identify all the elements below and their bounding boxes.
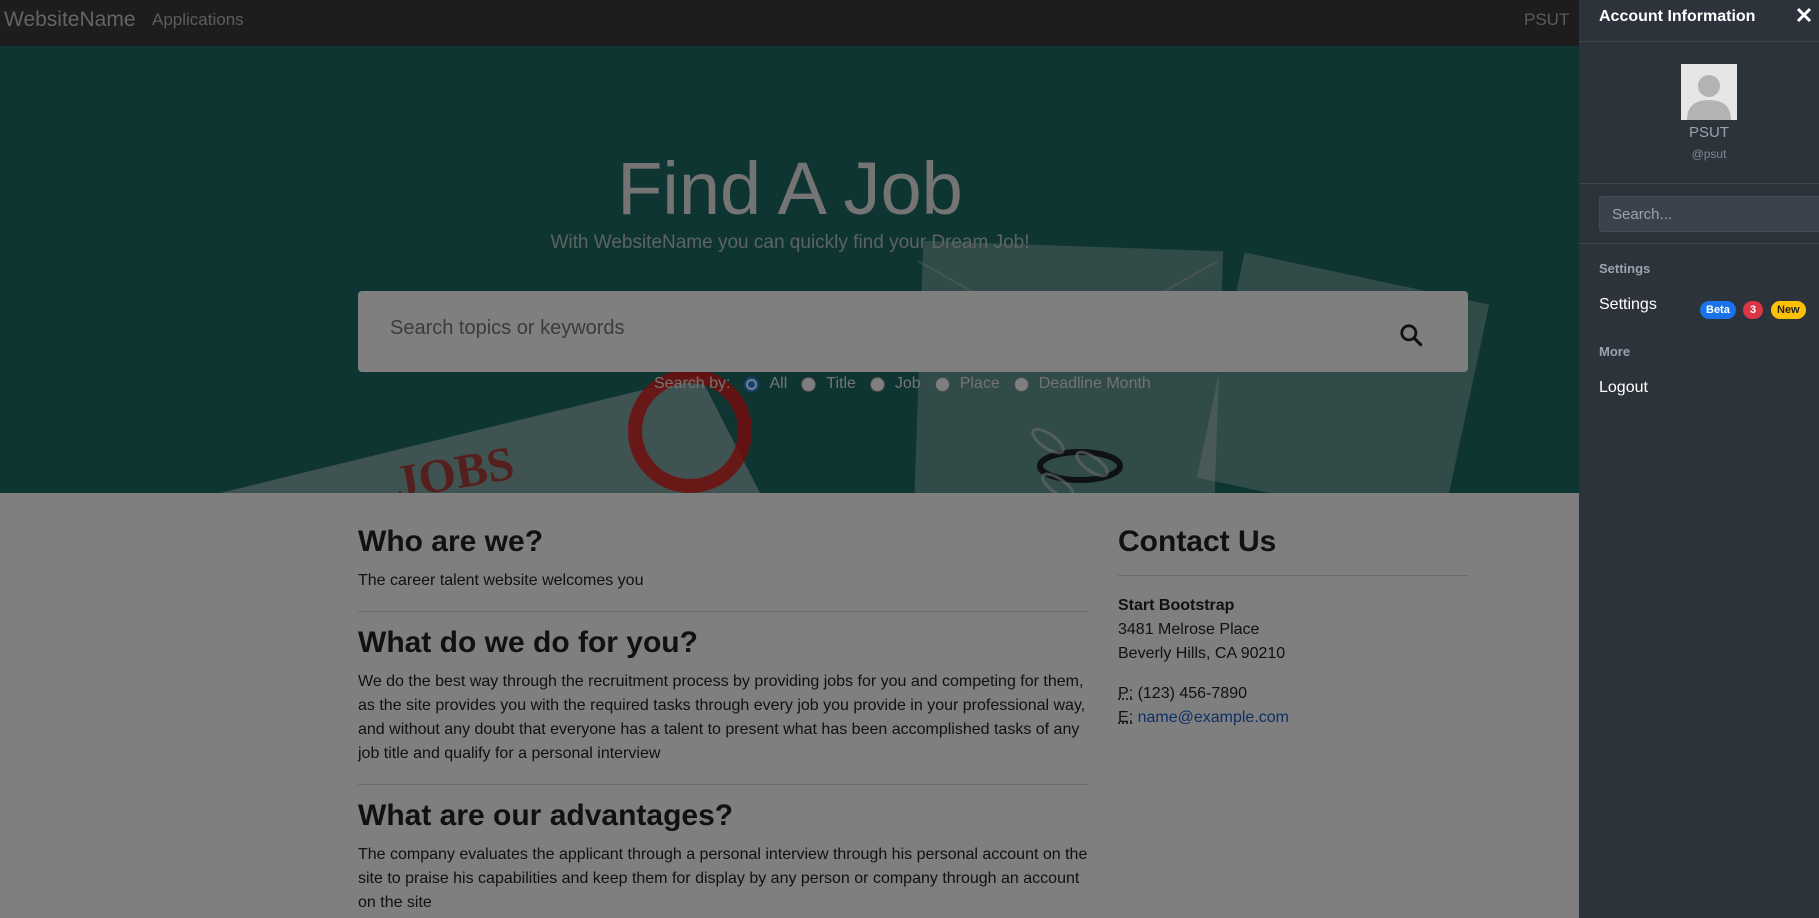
avatar bbox=[1681, 64, 1737, 120]
badge-beta: Beta bbox=[1700, 301, 1736, 319]
sidebar-item-settings[interactable]: Settings bbox=[1599, 296, 1657, 314]
section-more-heading: More bbox=[1599, 344, 1631, 359]
account-sidebar: Account Information PSUT @psut Settings … bbox=[1579, 0, 1819, 918]
sidebar-title: Account Information bbox=[1599, 8, 1756, 25]
divider bbox=[1579, 243, 1819, 244]
page: WebsiteName Applications PSUT JOBS Find … bbox=[0, 0, 1819, 918]
modal-backdrop[interactable] bbox=[0, 0, 1579, 918]
sidebar-search-input[interactable] bbox=[1599, 196, 1819, 232]
sidebar-user-name: PSUT bbox=[1688, 124, 1729, 141]
section-settings-heading: Settings bbox=[1599, 261, 1651, 276]
sidebar-item-logout[interactable]: Logout bbox=[1599, 379, 1648, 397]
user-avatar-icon bbox=[1687, 75, 1731, 120]
badge-count: 3 bbox=[1743, 301, 1763, 319]
sidebar-header: Account Information bbox=[1579, 0, 1819, 42]
sidebar-user-handle: @psut bbox=[1691, 147, 1727, 161]
close-icon[interactable] bbox=[1795, 6, 1815, 26]
badge-new: New bbox=[1771, 301, 1806, 319]
divider bbox=[1579, 183, 1819, 184]
